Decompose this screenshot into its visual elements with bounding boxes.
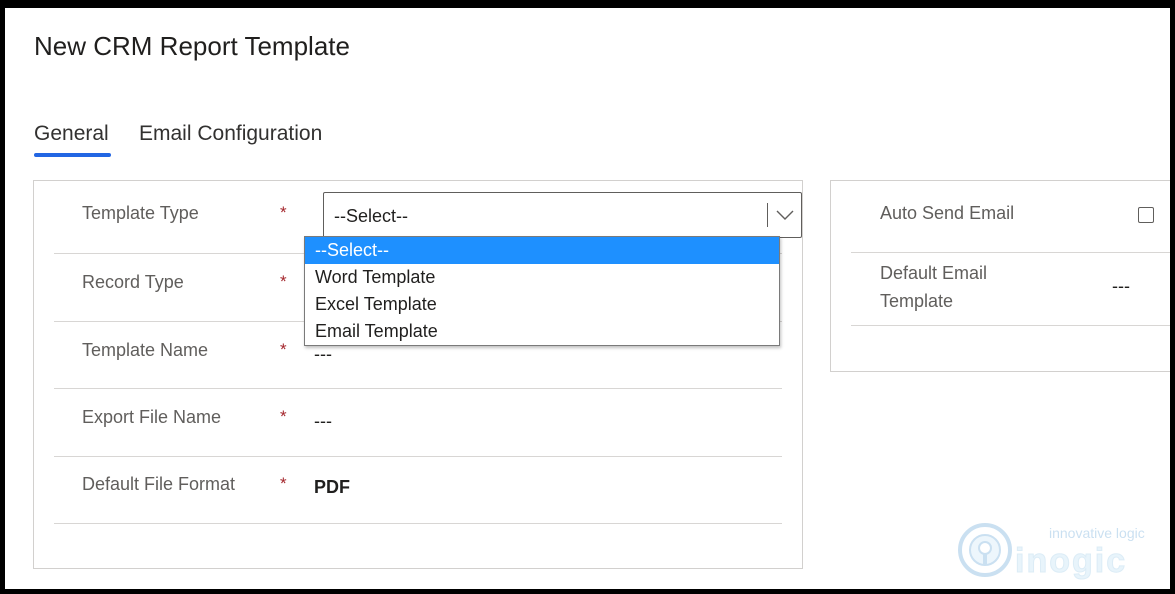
template-type-dropdown: --Select-- Word Template Excel Template … <box>304 236 780 346</box>
required-indicator: * <box>280 203 287 222</box>
auto-send-email-checkbox[interactable] <box>1138 207 1154 223</box>
active-tab-indicator <box>34 153 111 157</box>
tab-general[interactable]: General <box>34 122 109 146</box>
required-indicator: * <box>280 340 287 359</box>
template-name-value[interactable]: --- <box>314 344 332 365</box>
dropdown-option-select[interactable]: --Select-- <box>305 237 779 264</box>
required-indicator: * <box>280 272 287 291</box>
default-file-format-value[interactable]: PDF <box>314 477 350 498</box>
default-file-format-row[interactable]: Default File Format * PDF <box>54 457 782 524</box>
page-title: New CRM Report Template <box>34 31 350 61</box>
dropdown-option-email-template[interactable]: Email Template <box>305 318 779 345</box>
required-indicator: * <box>280 474 287 493</box>
chevron-down-icon[interactable] <box>774 205 796 225</box>
default-email-template-row[interactable]: Default Email Template --- <box>851 253 1170 326</box>
template-name-label: Template Name <box>82 340 209 360</box>
template-type-selected-value: --Select-- <box>334 206 409 226</box>
email-settings-section: Auto Send Email Default Email Template -… <box>830 180 1170 372</box>
export-file-name-label: Export File Name <box>82 407 222 427</box>
auto-send-email-label: Auto Send Email <box>880 203 1015 223</box>
auto-send-email-row: Auto Send Email <box>851 181 1170 253</box>
select-divider <box>767 203 768 227</box>
dropdown-option-word-template[interactable]: Word Template <box>305 264 779 291</box>
inogic-logo-icon <box>958 523 1012 577</box>
export-file-name-row[interactable]: Export File Name * --- <box>54 389 782 457</box>
default-file-format-label: Default File Format <box>82 474 236 494</box>
app-frame: New CRM Report Template General Email Co… <box>5 8 1170 589</box>
export-file-name-value[interactable]: --- <box>314 411 332 432</box>
watermark-brand: inogic <box>1014 542 1128 581</box>
template-type-label: Template Type <box>82 203 199 223</box>
required-indicator: * <box>280 407 287 426</box>
default-email-template-label-line1: Default Email <box>880 263 988 283</box>
tab-email-configuration[interactable]: Email Configuration <box>139 122 322 146</box>
template-type-select[interactable]: --Select-- <box>323 192 802 238</box>
default-email-template-label-line2: Template <box>880 291 954 311</box>
dropdown-option-excel-template[interactable]: Excel Template <box>305 291 779 318</box>
watermark-tagline: innovative logic <box>1049 525 1145 541</box>
record-type-label: Record Type <box>82 272 184 292</box>
inogic-watermark: innovative logic inogic <box>957 520 1157 589</box>
default-email-template-value[interactable]: --- <box>1112 276 1130 297</box>
